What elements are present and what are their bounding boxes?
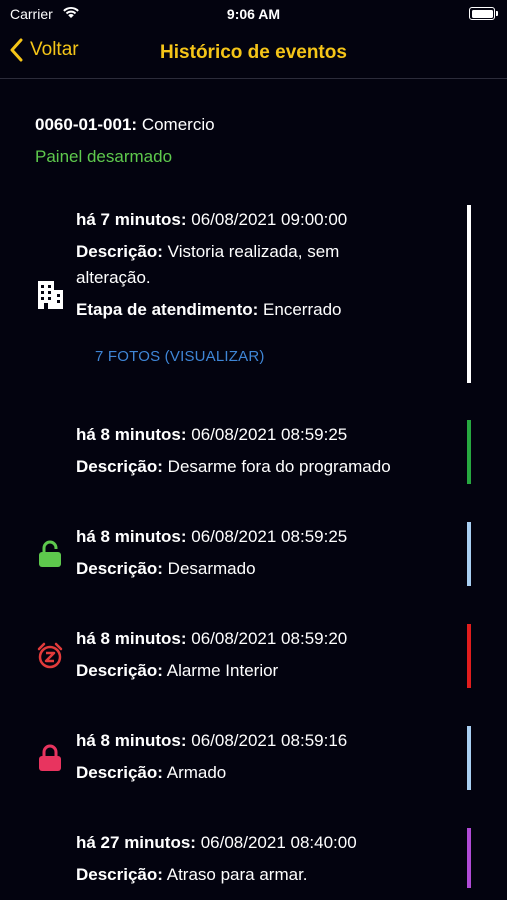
- building-icon: [36, 281, 64, 309]
- event-color-bar: [467, 624, 473, 688]
- page-title: Histórico de eventos: [160, 42, 347, 63]
- alarm-clock-icon: [36, 642, 64, 670]
- clock-time: 9:06 AM: [226, 6, 281, 22]
- event-description: Descrição: Desarme fora do programado: [76, 457, 391, 476]
- event-time: há 27 minutos: 06/08/2021 08:40:00: [76, 833, 357, 852]
- status-bar: Carrier 9:06 AM: [0, 0, 507, 28]
- event-color-bar: [467, 726, 473, 790]
- event-color-bar: [467, 828, 473, 888]
- event-item[interactable]: há 8 minutos: 06/08/2021 08:59:25 Descri…: [0, 522, 507, 588]
- event-item[interactable]: há 27 minutos: 06/08/2021 08:40:00 Descr…: [0, 828, 507, 894]
- event-description: Descrição: Desarmado: [76, 559, 256, 578]
- event-time: há 8 minutos: 06/08/2021 08:59:25: [76, 527, 348, 546]
- event-item[interactable]: há 8 minutos: 06/08/2021 08:59:25 Descri…: [0, 420, 507, 486]
- locked-padlock-icon: [36, 744, 64, 772]
- event-time: há 8 minutos: 06/08/2021 08:59:16: [76, 731, 348, 750]
- navigation-bar: Voltar Histórico de eventos: [0, 28, 507, 79]
- event-description: Descrição: Atraso para armar.: [76, 865, 308, 884]
- event-item[interactable]: há 8 minutos: 06/08/2021 08:59:16 Descri…: [0, 726, 507, 792]
- unlocked-padlock-icon: [36, 540, 64, 568]
- account-code: 0060-01-001:: [35, 115, 138, 134]
- event-time: há 8 minutos: 06/08/2021 08:59:25: [76, 425, 348, 444]
- battery-icon: [469, 7, 498, 20]
- event-time: há 8 minutos: 06/08/2021 08:59:20: [76, 629, 348, 648]
- event-item[interactable]: há 7 minutos: 06/08/2021 09:00:00 Descri…: [0, 205, 507, 385]
- event-description: Descrição: Vistoria realizada, sem: [76, 242, 340, 261]
- account-info: 0060-01-001: Comercio: [35, 115, 215, 135]
- event-description-continued: alteração.: [76, 268, 151, 287]
- event-description: Descrição: Armado: [76, 763, 227, 782]
- event-color-bar: [467, 522, 473, 586]
- event-color-bar: [467, 205, 473, 383]
- event-item[interactable]: há 8 minutos: 06/08/2021 08:59:20 Descri…: [0, 624, 507, 690]
- event-time: há 7 minutos: 06/08/2021 09:00:00: [76, 210, 348, 229]
- view-photos-link[interactable]: 7 FOTOS (VISUALIZAR): [95, 348, 265, 365]
- panel-status: Painel desarmado: [35, 147, 173, 166]
- event-stage: Etapa de atendimento: Encerrado: [76, 300, 342, 319]
- event-color-bar: [467, 420, 473, 484]
- event-description: Descrição: Alarme Interior: [76, 661, 279, 680]
- account-name: Comercio: [141, 115, 215, 134]
